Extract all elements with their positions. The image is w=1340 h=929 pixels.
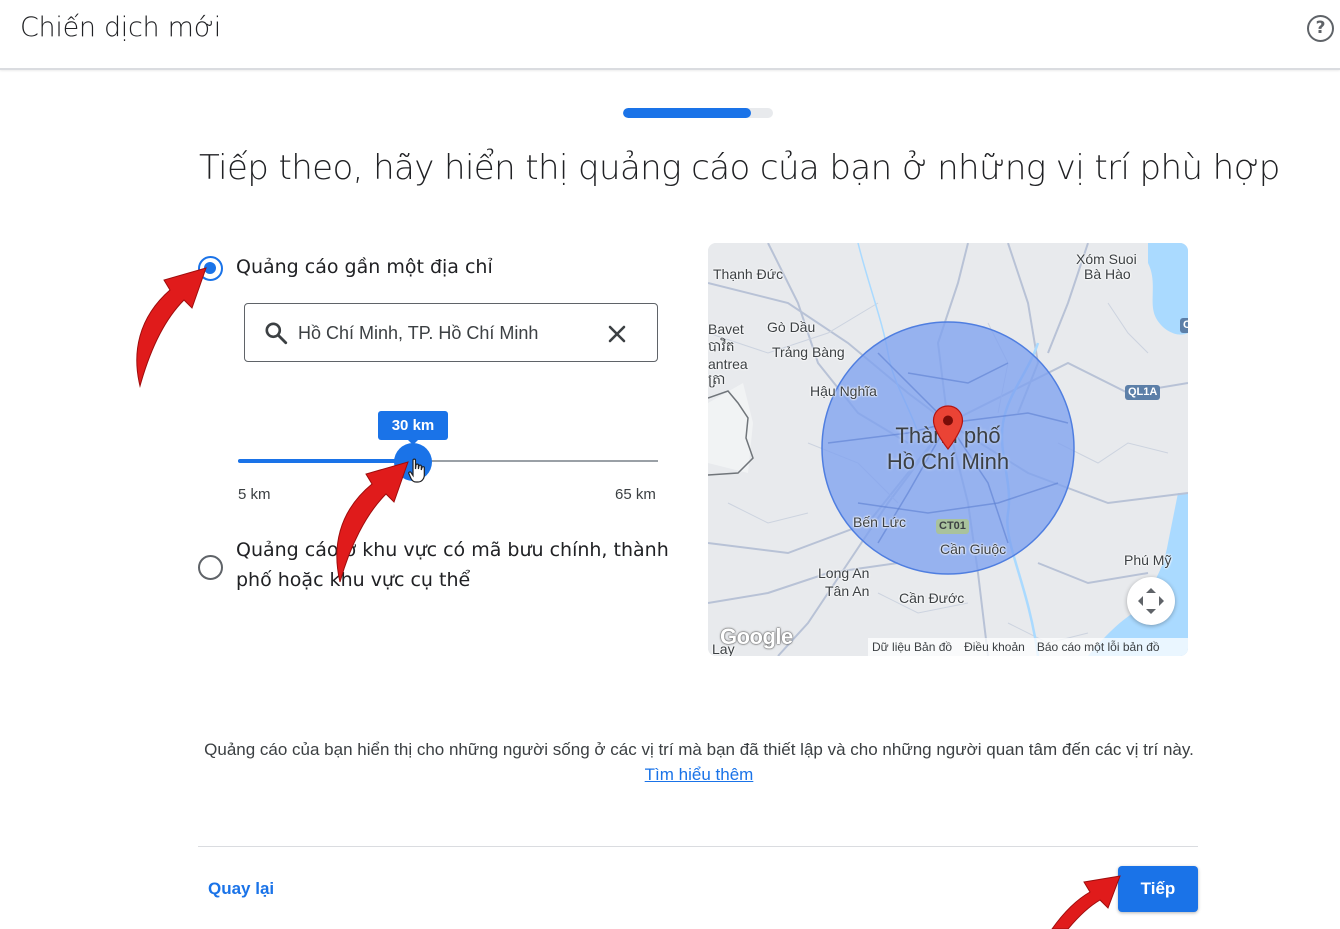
- radio-specific-area[interactable]: [198, 555, 223, 580]
- close-icon[interactable]: [605, 322, 629, 346]
- page-title: Chiến dịch mới: [20, 12, 221, 43]
- back-button[interactable]: Quay lại: [200, 873, 290, 905]
- map-place-label: បាវិត: [708, 338, 735, 354]
- google-logo: Google: [720, 624, 793, 649]
- map-place-label: Phú Mỹ: [1124, 552, 1172, 568]
- map-place-label: Bavet: [708, 321, 744, 337]
- search-icon: [265, 322, 288, 345]
- road-badge: QL1A: [1125, 385, 1161, 400]
- help-icon[interactable]: ?: [1307, 15, 1334, 42]
- map-place-label: Hậu Nghĩa: [810, 383, 877, 399]
- radius-value-tooltip: 30 km: [378, 411, 448, 445]
- location-search-input[interactable]: Hồ Chí Minh, TP. Hồ Chí Minh: [244, 303, 658, 362]
- map-place-label: Xóm Suoi: [1076, 251, 1137, 267]
- map-place-label: Long An: [818, 565, 870, 581]
- next-button[interactable]: Tiếp: [1118, 866, 1198, 912]
- map-place-label: Tân An: [825, 583, 870, 599]
- radius-min-label: 5 km: [238, 486, 271, 503]
- map-place-label: Gò Dầu: [767, 319, 816, 335]
- map-data-link[interactable]: Dữ liệu Bản đồ: [872, 640, 952, 654]
- progress-bar: [623, 108, 773, 118]
- map-place-label: ត្រា: [708, 371, 726, 387]
- map-place-label: Trảng Bàng: [772, 344, 845, 360]
- map-report-link[interactable]: Báo cáo một lỗi bản đồ: [1037, 640, 1160, 654]
- learn-more-link[interactable]: Tìm hiểu thêm: [645, 765, 754, 784]
- annotation-arrow-icon: [1051, 875, 1121, 929]
- map-place-label: Bến Lức: [853, 514, 906, 530]
- annotation-arrow-icon: [336, 461, 409, 583]
- map-terms-link[interactable]: Điều khoản: [964, 640, 1025, 654]
- fullscreen-expand-icon[interactable]: [1127, 577, 1175, 625]
- location-note: Quảng cáo của bạn hiển thị cho những ngư…: [204, 740, 1194, 784]
- progress-fill: [623, 108, 751, 118]
- annotation-arrow-icon: [136, 267, 207, 388]
- top-bar: Chiến dịch mới ?: [0, 0, 1340, 70]
- location-map[interactable]: Thạnh Đức Xóm Suoi Bà Hào Bavet បាវិត an…: [708, 243, 1188, 656]
- map-place-label: Cần Đước: [899, 590, 965, 606]
- map-place-label: Cần Giuộc: [940, 541, 1007, 557]
- map-place-label: Thạnh Đức: [713, 266, 784, 282]
- map-attribution: Dữ liệu Bản đồ Điều khoản Báo cáo một lỗi …: [868, 638, 1188, 656]
- radio-specific-area-label[interactable]: Quảng cáo ở khu vực có mã bưu chính, thà…: [236, 535, 669, 595]
- radius-max-label: 65 km: [615, 486, 656, 503]
- search-value: Hồ Chí Minh, TP. Hồ Chí Minh: [298, 323, 539, 343]
- map-place-label: antrea: [708, 356, 748, 372]
- radio-near-address-label[interactable]: Quảng cáo gần một địa chỉ: [236, 252, 493, 282]
- step-heading: Tiếp theo, hãy hiển thị quảng cáo của bạ…: [199, 148, 1280, 188]
- map-pin-icon: [932, 405, 964, 450]
- footer-divider: [198, 846, 1198, 847]
- map-place-label: Bà Hào: [1084, 266, 1131, 282]
- road-badge: CT01: [936, 519, 969, 534]
- road-badge: C: [1180, 318, 1188, 333]
